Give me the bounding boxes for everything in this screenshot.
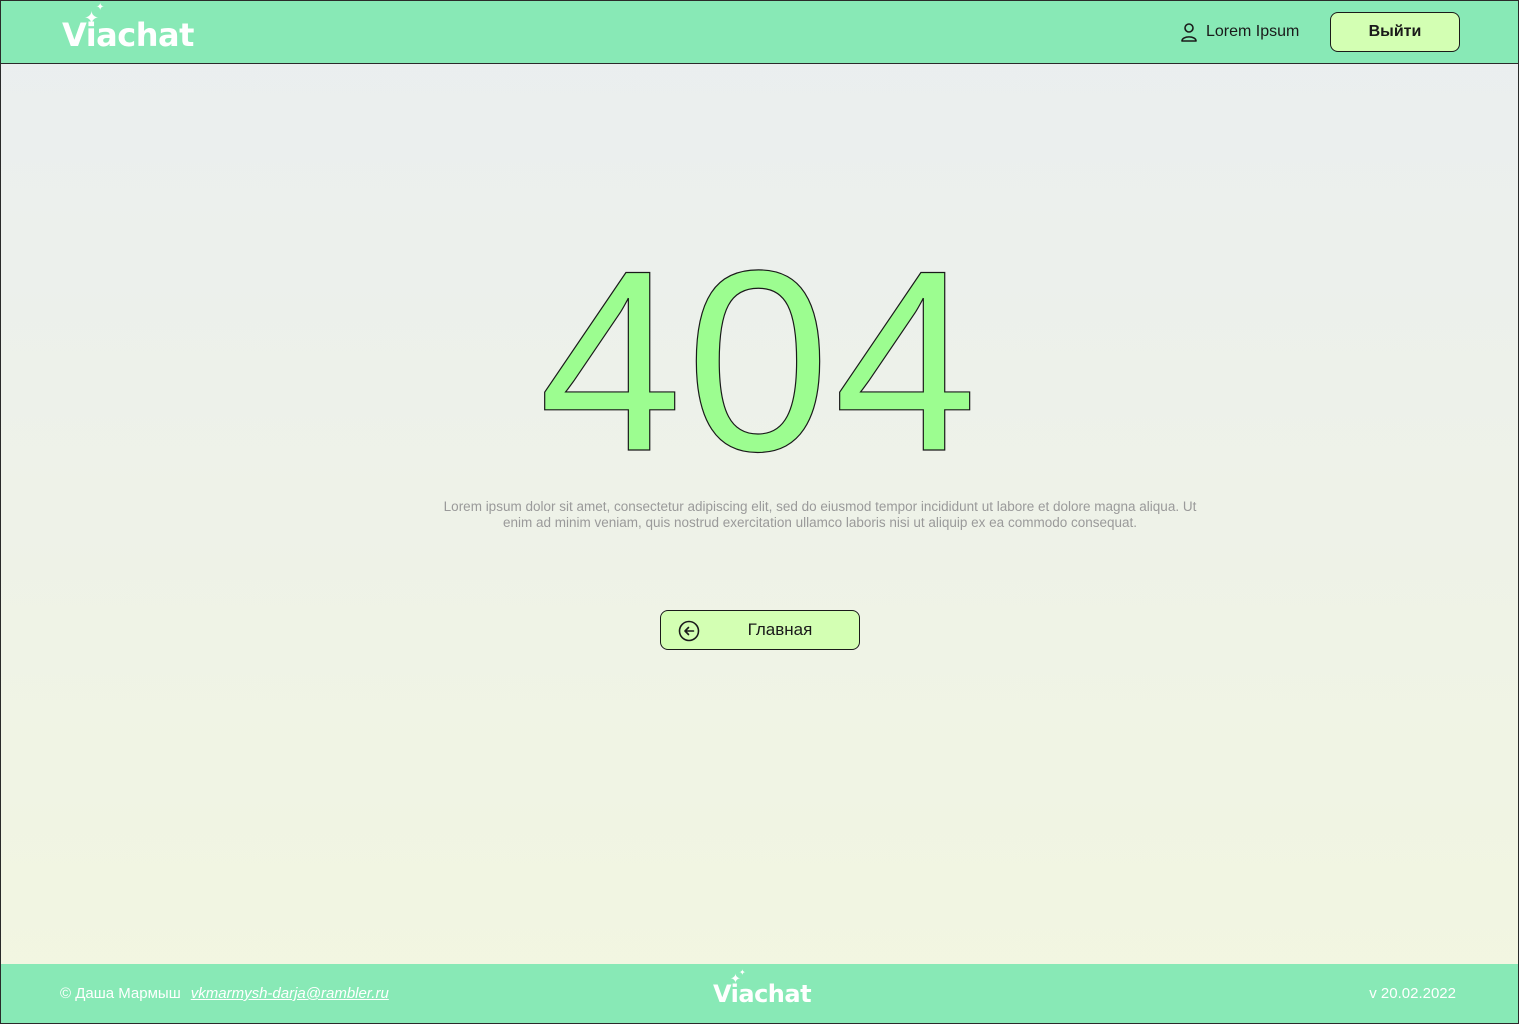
user-name: Lorem Ipsum	[1206, 23, 1300, 40]
home-button[interactable]: Главная	[660, 610, 860, 650]
copyright-text: © Даша Мармыш	[60, 985, 181, 1002]
error-code: 404	[0, 252, 1519, 472]
error-code-graphic: 404	[538, 252, 980, 472]
footer-logo[interactable]: ✦ ✦ Viachat	[713, 968, 812, 1008]
arrow-left-circle-icon	[678, 620, 700, 642]
sparkle-small-icon: ✦	[739, 968, 746, 977]
email-link[interactable]: vkmarmysh-darja@rambler.ru	[191, 985, 389, 1002]
home-button-label: Главная	[747, 620, 813, 639]
header: ✦ ✦ Viachat Lorem Ipsum Выйти	[0, 0, 1519, 64]
user-profile[interactable]: Lorem Ipsum	[1180, 20, 1299, 44]
footer-copyright: © Даша Мармыш vkmarmysh-darja@rambler.ru	[60, 985, 389, 1002]
footer-logo-text: Viachat	[713, 980, 812, 1008]
error-description: Lorem ipsum dolor sit amet, consectetur …	[443, 499, 1197, 530]
sparkle-small-icon: ✦	[96, 2, 104, 13]
logout-button[interactable]: Выйти	[1330, 12, 1460, 52]
error-code-text: 404	[538, 252, 980, 472]
user-icon	[1181, 23, 1197, 42]
logo-text: Viachat	[62, 16, 194, 54]
version-label: v 20.02.2022	[1369, 985, 1456, 1002]
footer: © Даша Мармыш vkmarmysh-darja@rambler.ru…	[0, 964, 1519, 1024]
header-logo[interactable]: ✦ ✦ Viachat	[62, 2, 194, 54]
